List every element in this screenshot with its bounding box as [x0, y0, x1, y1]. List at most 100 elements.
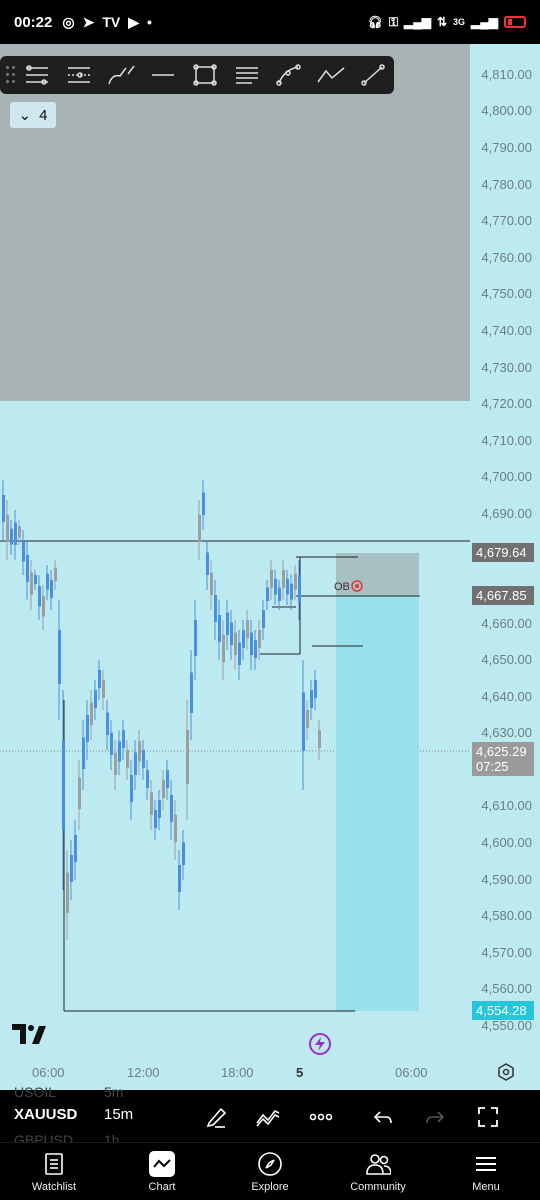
price-label: 4,630.00 [481, 725, 532, 740]
nav-menu[interactable]: Menu [432, 1143, 540, 1200]
candle-body [138, 741, 141, 762]
candle-body [262, 610, 265, 628]
battery-icon [504, 16, 526, 28]
tradingview-logo-icon [12, 1024, 46, 1044]
ob-label: OB [334, 581, 350, 593]
candle-body [14, 522, 17, 545]
candle-body [182, 842, 185, 865]
candle-body [222, 635, 225, 662]
candle-body [178, 865, 181, 892]
more-icon[interactable] [304, 1100, 338, 1134]
price-tag-current: 4,625.29 07:25 [472, 742, 534, 776]
horizontal-line-icon[interactable] [142, 56, 184, 94]
key-icon: ⚿ [388, 14, 398, 29]
candle-body [38, 586, 41, 607]
candle-body [22, 541, 25, 562]
candle-body [202, 492, 205, 515]
candle-body [150, 792, 153, 815]
symbol-selector[interactable]: XAUUSD [14, 1106, 77, 1123]
nav-watchlist[interactable]: Watchlist [0, 1143, 108, 1200]
candle-body [146, 770, 149, 788]
candle-body [170, 795, 173, 822]
candle-body [310, 690, 313, 708]
price-label: 4,810.00 [481, 67, 532, 82]
candle-body [266, 587, 269, 601]
brush-icon[interactable] [100, 56, 142, 94]
price-label: 4,800.00 [481, 103, 532, 118]
candle-body [254, 640, 257, 658]
candle-body [206, 552, 209, 575]
status-time: 00:22 [14, 13, 53, 31]
price-label: 4,710.00 [481, 433, 532, 448]
drag-handle-icon[interactable] [4, 64, 16, 86]
flash-icon[interactable] [309, 1033, 331, 1055]
indicators-icon[interactable] [251, 1100, 285, 1134]
price-label: 4,590.00 [481, 872, 532, 887]
nav-community[interactable]: Community [324, 1143, 432, 1200]
drawing-toolbar [0, 56, 394, 94]
redo-icon[interactable] [418, 1100, 452, 1134]
curve-icon[interactable] [268, 56, 310, 94]
price-label: 4,730.00 [481, 360, 532, 375]
fib-retracement-icon[interactable] [16, 56, 58, 94]
price-label: 4,770.00 [481, 213, 532, 228]
chart-settings-icon[interactable] [497, 1063, 515, 1081]
ghost-timeframe[interactable]: 5m [104, 1084, 123, 1100]
candle-body [66, 872, 69, 913]
path-icon[interactable] [310, 56, 352, 94]
timeframe-selector[interactable]: 15m [104, 1106, 133, 1123]
candle-body [106, 712, 109, 735]
chart-canvas[interactable]: OB [0, 44, 540, 1090]
target-icon [355, 584, 359, 588]
candle-body [10, 528, 13, 545]
fullscreen-icon[interactable] [471, 1100, 505, 1134]
bottom-nav: Watchlist Chart Explore Community Menu [0, 1142, 540, 1200]
chart-area[interactable]: OB [0, 44, 540, 1090]
ghost-symbol[interactable]: USOIL [14, 1084, 56, 1100]
nav-explore[interactable]: Explore [216, 1143, 324, 1200]
compass-icon [257, 1151, 283, 1177]
price-label: 4,760.00 [481, 250, 532, 265]
candle-body [26, 555, 29, 582]
candle-body [174, 815, 177, 842]
nav-label: Menu [472, 1180, 500, 1193]
candle-body [74, 835, 77, 862]
candle-body [42, 596, 45, 617]
candle-body [218, 615, 221, 642]
time-label: 12:00 [127, 1065, 160, 1080]
price-label: 4,610.00 [481, 798, 532, 813]
candle-body [246, 620, 249, 638]
candle-body [62, 740, 65, 830]
candle-body [186, 730, 189, 784]
candle-body [306, 710, 309, 728]
candle-body [314, 680, 317, 698]
candle-body [82, 737, 85, 769]
trend-line-icon[interactable] [352, 56, 394, 94]
dot-icon: • [147, 14, 152, 30]
draw-pencil-icon[interactable] [200, 1100, 234, 1134]
candle-body [54, 567, 57, 581]
gray-zone [0, 44, 470, 401]
fib-levels-icon[interactable] [58, 56, 100, 94]
undo-icon[interactable] [366, 1100, 400, 1134]
candle-body [154, 810, 157, 828]
candle-body [6, 515, 9, 542]
candle-body [114, 752, 117, 775]
candle-body [30, 572, 33, 595]
toolbar-collapse-button[interactable]: ⌄ 4 [10, 102, 56, 128]
candle-body [78, 777, 81, 809]
time-label: 18:00 [221, 1065, 254, 1080]
candle-body [242, 630, 245, 648]
candle-body [270, 570, 273, 588]
nav-label: Explore [251, 1180, 289, 1193]
candle-body [226, 612, 229, 635]
telegram-icon: ➤ [82, 13, 95, 30]
rectangle-icon[interactable] [184, 56, 226, 94]
candle-body [294, 573, 297, 590]
parallel-lines-icon[interactable] [226, 56, 268, 94]
nav-chart[interactable]: Chart [108, 1143, 216, 1200]
candle-body [198, 515, 201, 542]
candle-body [110, 732, 113, 755]
price-label: 4,700.00 [481, 469, 532, 484]
candle-body [282, 570, 285, 588]
